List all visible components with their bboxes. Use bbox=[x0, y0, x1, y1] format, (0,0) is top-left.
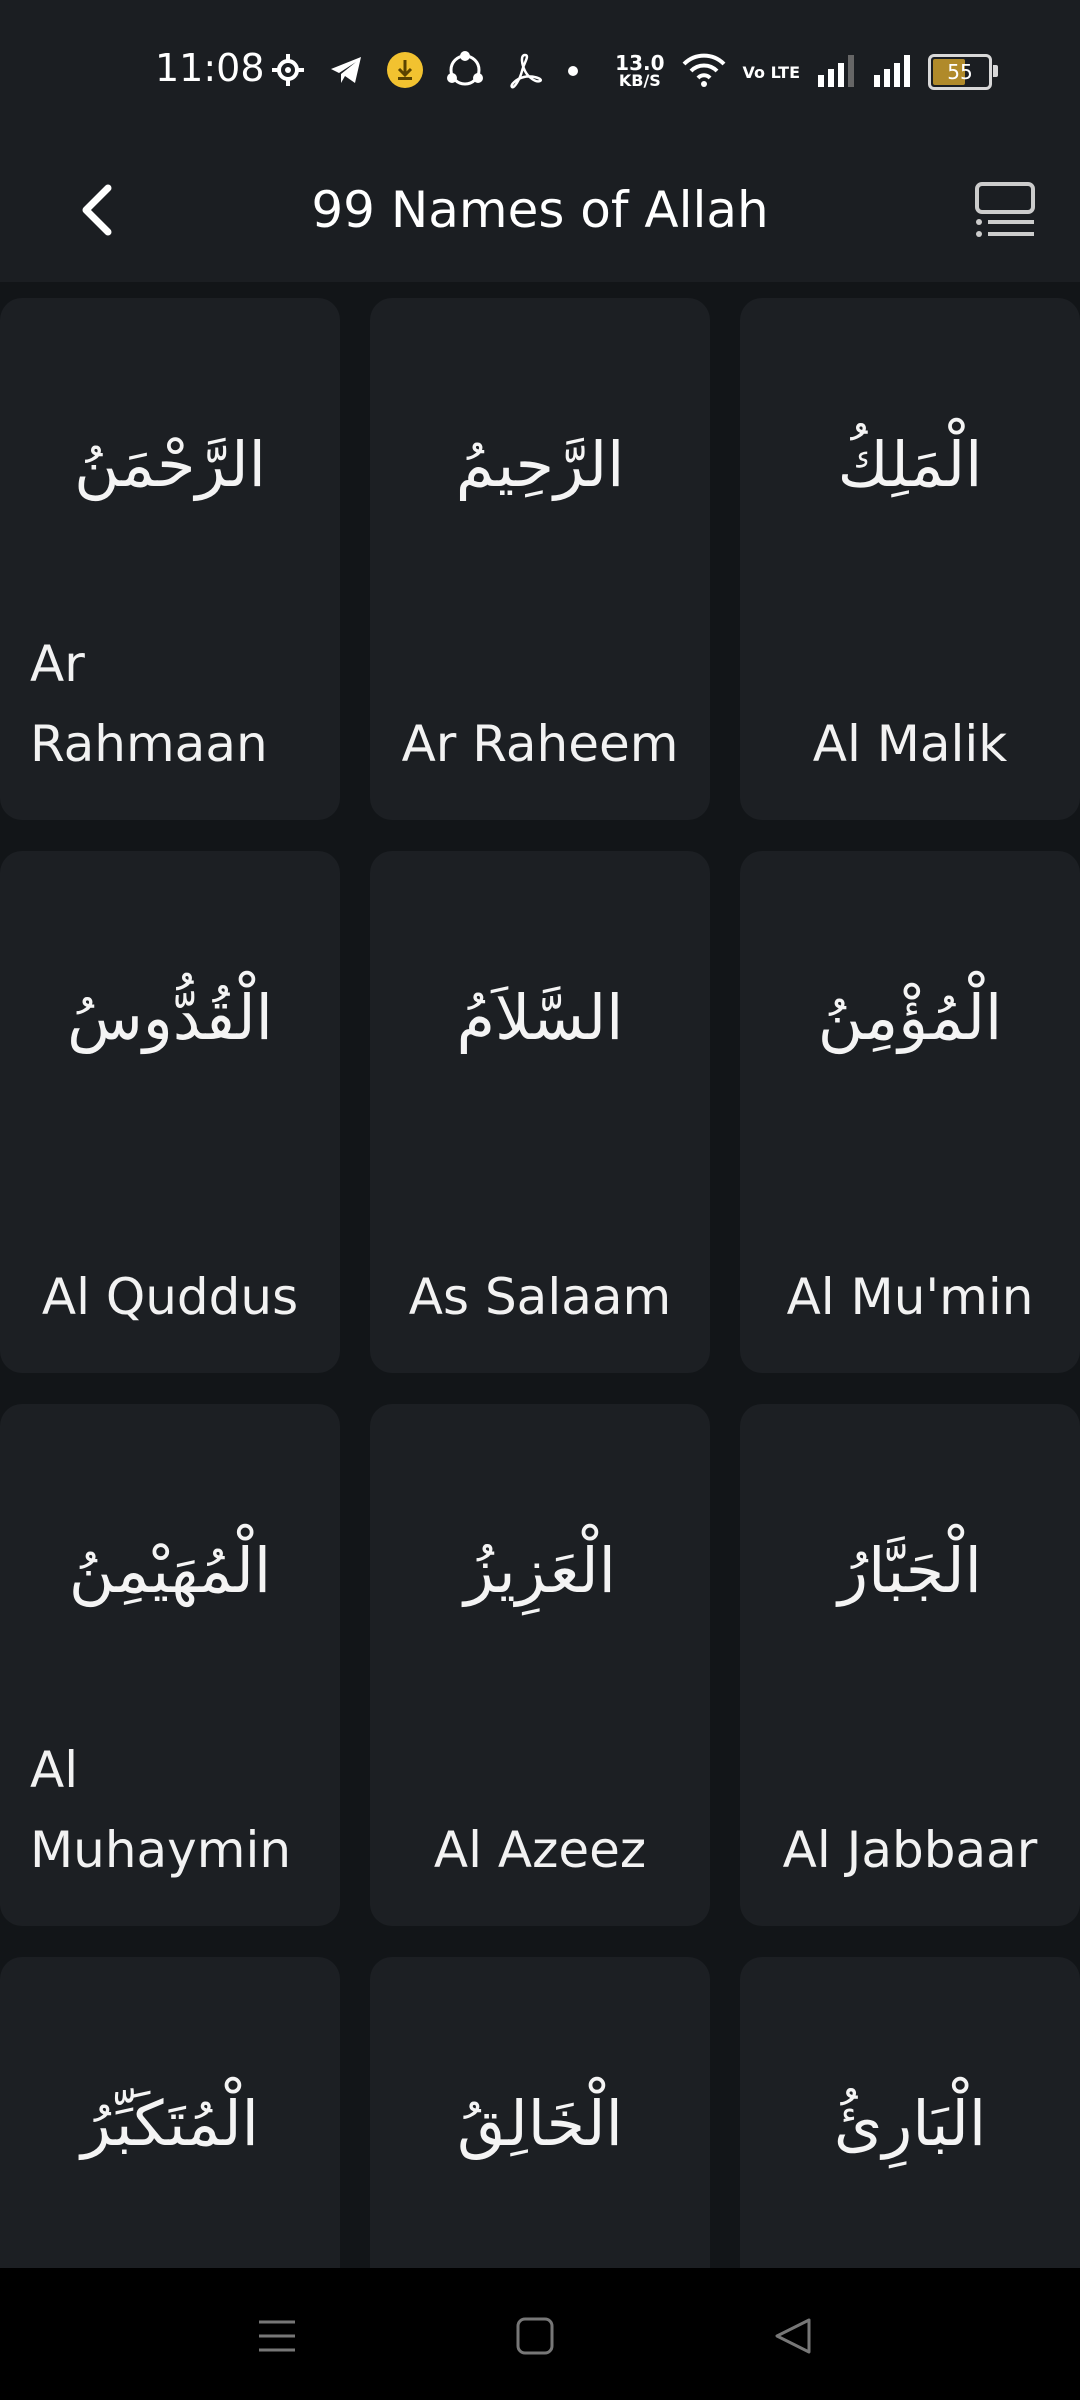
nav-back-button[interactable] bbox=[763, 2306, 823, 2366]
arabic-name: الرَّحِيمُ bbox=[455, 428, 625, 501]
name-card[interactable]: الْمُتَكَبِّرُ bbox=[0, 1957, 340, 2268]
name-card[interactable]: الرَّحِيمُ Ar Raheem bbox=[370, 298, 710, 820]
name-card[interactable]: الْعَزِيزُ Al Azeez bbox=[370, 1404, 710, 1926]
gear-icon bbox=[270, 52, 306, 92]
name-card[interactable]: الْخَالِقُ bbox=[370, 1957, 710, 2268]
wifi-icon bbox=[681, 52, 727, 92]
transliteration: Al Quddus bbox=[41, 1268, 299, 1326]
arabic-name: الْجَبَّارُ bbox=[838, 1534, 982, 1607]
transliteration: As Salaam bbox=[408, 1268, 672, 1326]
name-card[interactable]: السَّلاَمُ As Salaam bbox=[370, 851, 710, 1373]
transliteration: Al Azeez bbox=[433, 1821, 647, 1879]
pdf-icon bbox=[506, 51, 544, 93]
arabic-name: الْمُتَكَبِّرُ bbox=[81, 2087, 259, 2160]
signal-icon bbox=[872, 53, 912, 91]
transliteration: Ar Raheem bbox=[401, 715, 679, 773]
home-button[interactable] bbox=[505, 2306, 565, 2366]
menu-icon bbox=[259, 2320, 295, 2352]
battery-icon: 55 bbox=[928, 54, 998, 90]
arabic-name: الْمَلِكُ bbox=[837, 428, 983, 501]
volte-indicator: Vo LTE bbox=[742, 62, 800, 82]
name-card[interactable]: الرَّحْمَنُ Ar Rahmaan bbox=[0, 298, 340, 820]
arabic-name: الْمُهَيْمِنُ bbox=[68, 1534, 272, 1607]
name-card[interactable]: الْجَبَّارُ Al Jabbaar bbox=[740, 1404, 1080, 1926]
name-card[interactable]: الْمُؤْمِنُ Al Mu'min bbox=[740, 851, 1080, 1373]
arabic-name: الْبَارِئُ bbox=[833, 2087, 987, 2160]
name-card[interactable]: الْبَارِئُ bbox=[740, 1957, 1080, 2268]
status-time: 11:08 bbox=[155, 46, 265, 90]
arabic-name: الْقُدُّوسُ bbox=[67, 981, 273, 1054]
transliteration: Al Muhaymin bbox=[30, 1741, 292, 1879]
arabic-name: الْخَالِقُ bbox=[457, 2087, 623, 2160]
app-bar: 99 Names of Allah bbox=[0, 140, 1080, 282]
status-notification-icons bbox=[270, 50, 580, 94]
page-title: 99 Names of Allah bbox=[311, 181, 769, 239]
arabic-name: الرَّحْمَنُ bbox=[74, 428, 266, 501]
recent-apps-button[interactable] bbox=[247, 2306, 307, 2366]
status-bar: 11:08 13.0 KB/S Vo LTE 55 bbox=[0, 0, 1080, 140]
signal-icon bbox=[816, 53, 856, 91]
home-square-icon bbox=[516, 2317, 554, 2355]
back-triangle-icon bbox=[775, 2318, 811, 2354]
arabic-name: الْمُؤْمِنُ bbox=[817, 981, 1003, 1054]
transliteration: Al Jabbaar bbox=[782, 1821, 1038, 1879]
name-card[interactable]: الْقُدُّوسُ Al Quddus bbox=[0, 851, 340, 1373]
arabic-name: الْعَزِيزُ bbox=[464, 1534, 616, 1607]
transliteration: Al Mu'min bbox=[786, 1268, 1034, 1326]
network-speed: 13.0 KB/S bbox=[615, 51, 665, 90]
download-icon bbox=[386, 51, 424, 93]
share-icon bbox=[446, 51, 484, 93]
view-toggle-button[interactable] bbox=[960, 166, 1050, 256]
status-system-icons: 13.0 KB/S Vo LTE 55 bbox=[615, 46, 998, 98]
dot-icon bbox=[566, 63, 580, 82]
names-grid: الرَّحْمَنُ Ar Rahmaan الرَّحِيمُ Ar Rah… bbox=[0, 298, 1080, 2268]
list-view-icon bbox=[975, 182, 1035, 237]
system-nav-bar bbox=[0, 2268, 1080, 2400]
transliteration: Al Malik bbox=[812, 715, 1008, 773]
transliteration: Ar Rahmaan bbox=[30, 635, 268, 773]
name-card[interactable]: الْمُهَيْمِنُ Al Muhaymin bbox=[0, 1404, 340, 1926]
telegram-icon bbox=[328, 52, 364, 92]
name-card[interactable]: الْمَلِكُ Al Malik bbox=[740, 298, 1080, 820]
arabic-name: السَّلاَمُ bbox=[456, 981, 624, 1054]
